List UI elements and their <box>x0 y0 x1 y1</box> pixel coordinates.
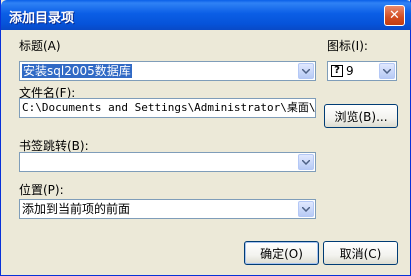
add-catalog-item-dialog: 添加目录项 ✕ 标题(A) 安装sql2005数据库 图标(I): ? 9 文件… <box>0 0 411 276</box>
close-icon: ✕ <box>389 8 400 23</box>
dialog-title: 添加目录项 <box>9 11 75 26</box>
chevron-down-icon <box>302 68 310 74</box>
question-mark-icon: ? <box>331 65 343 77</box>
position-dropdown-button[interactable] <box>298 201 314 217</box>
icon-dropdown-button[interactable] <box>379 63 395 79</box>
icon-value: 9 <box>346 64 354 78</box>
file-path-value: C:\Documents and Settings\Administrator\… <box>22 101 316 114</box>
title-combobox[interactable]: 安装sql2005数据库 <box>19 61 316 81</box>
chevron-down-icon <box>302 206 310 212</box>
title-bar[interactable]: 添加目录项 ✕ <box>1 0 411 30</box>
chevron-down-icon <box>302 159 310 165</box>
ok-button[interactable]: 确定(O) <box>244 241 319 265</box>
position-label: 位置(P): <box>19 183 64 197</box>
position-combobox[interactable]: 添加到当前项的前面 <box>19 199 316 219</box>
file-path-input[interactable]: C:\Documents and Settings\Administrator\… <box>19 98 316 118</box>
close-button[interactable]: ✕ <box>384 5 405 26</box>
browse-button[interactable]: 浏览(B)... <box>324 104 398 128</box>
icon-combobox[interactable]: ? 9 <box>327 61 397 81</box>
bookmark-combobox[interactable] <box>19 152 316 172</box>
cancel-button[interactable]: 取消(C) <box>323 241 398 265</box>
icon-label: 图标(I): <box>327 39 368 53</box>
title-dropdown-button[interactable] <box>298 63 314 79</box>
title-value: 安装sql2005数据库 <box>22 64 132 78</box>
title-label: 标题(A) <box>19 39 61 53</box>
chevron-down-icon <box>383 68 391 74</box>
position-value: 添加到当前项的前面 <box>22 202 131 216</box>
bookmark-dropdown-button[interactable] <box>298 154 314 170</box>
